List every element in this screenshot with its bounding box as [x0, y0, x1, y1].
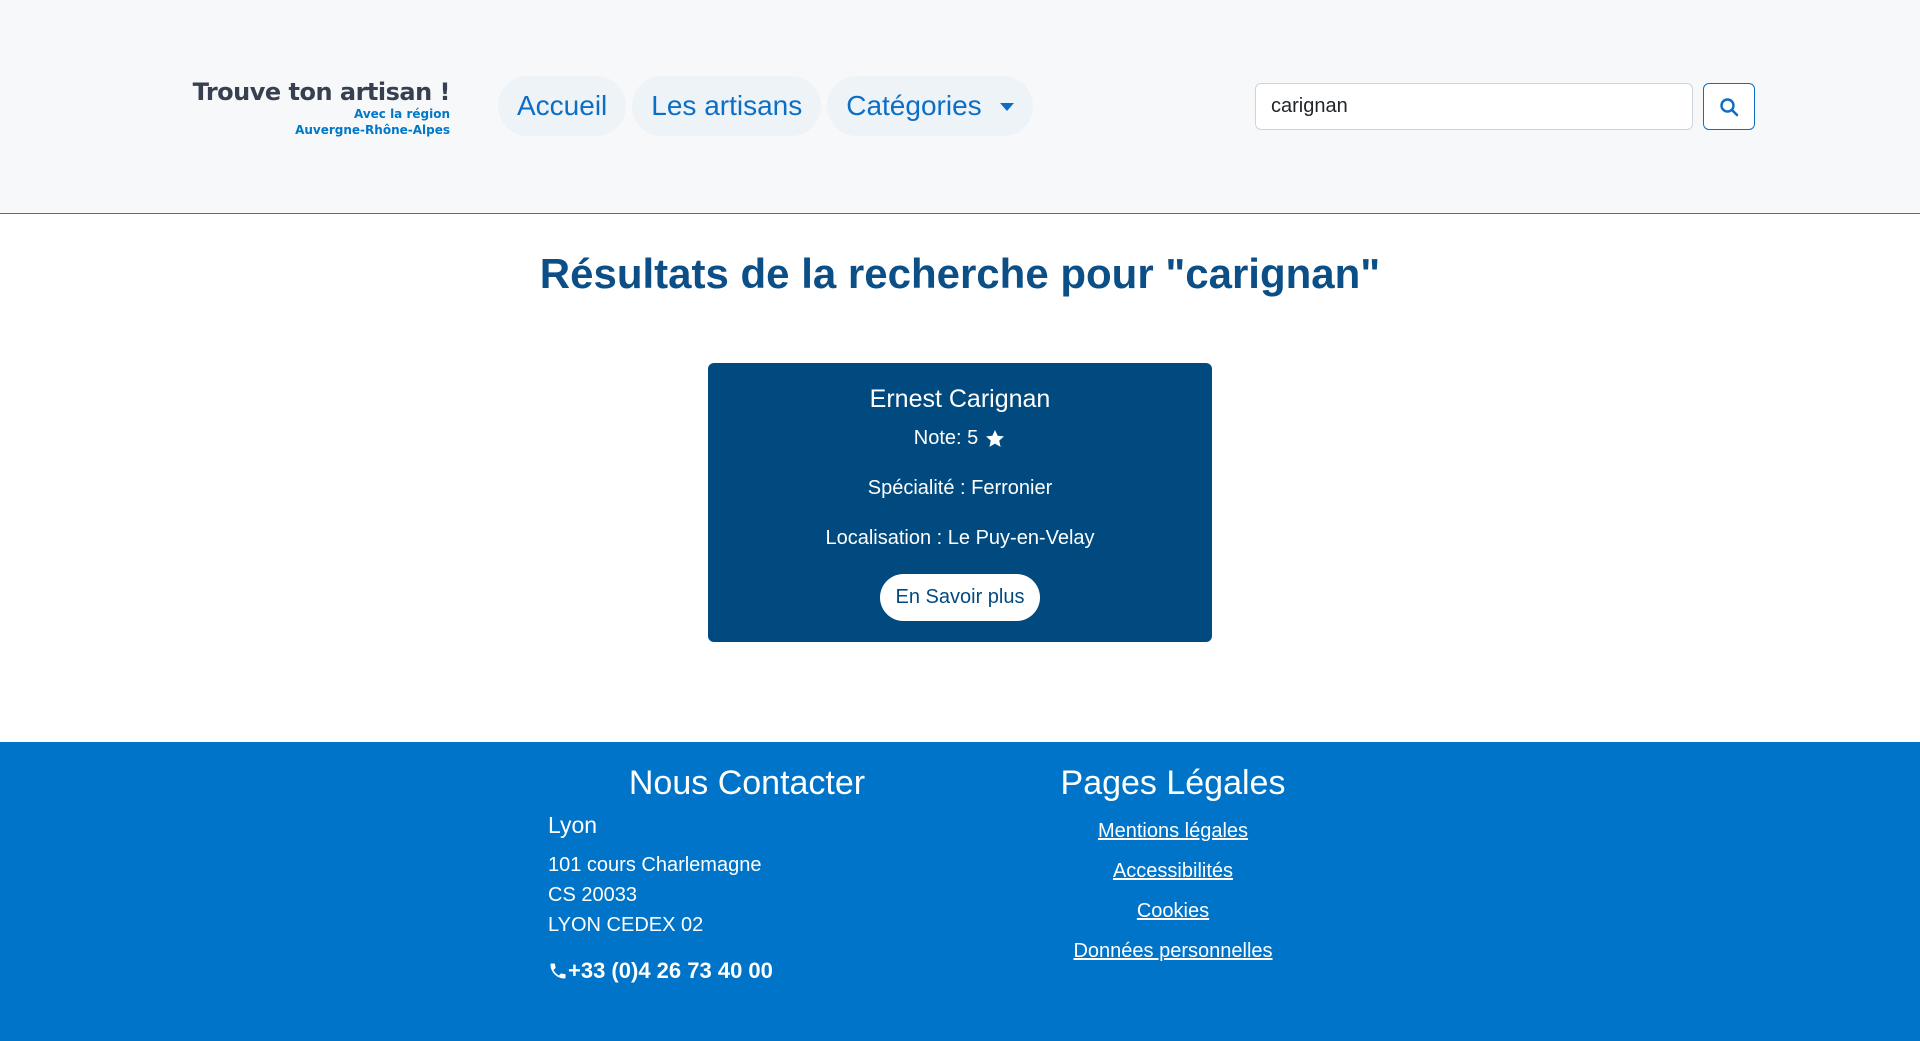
site-logo[interactable]: Trouve ton artisan ! Avec la région Auve…: [192, 78, 451, 138]
artisan-specialty: Spécialité : Ferronier: [867, 477, 1053, 499]
link-donnees-personnelles[interactable]: Données personnelles: [1000, 940, 1346, 963]
nav-categories-dropdown[interactable]: Catégories: [827, 76, 1033, 136]
phone-number: +33 (0)4 26 73 40 00: [568, 958, 773, 983]
link-mentions-legales[interactable]: Mentions légales: [1000, 820, 1346, 843]
contact-phone[interactable]: +33 (0)4 26 73 40 00: [548, 958, 773, 984]
artisan-name: Ernest Carignan: [869, 385, 1051, 413]
artisan-card: Ernest Carignan Note: 5 Spécialité : Fer…: [708, 363, 1212, 642]
legal-heading: Pages Légales: [1060, 764, 1286, 802]
learn-more-button[interactable]: En Savoir plus: [880, 574, 1040, 621]
contact-city: Lyon: [548, 812, 598, 838]
nav-home-label: Accueil: [517, 90, 608, 121]
star-icon: [986, 429, 1005, 447]
artisan-rating: Note: 5: [708, 427, 1212, 450]
artisan-location: Localisation : Le Puy-en-Velay: [825, 527, 1095, 549]
logo-title: Trouve ton artisan !: [192, 78, 451, 106]
link-accessibilites[interactable]: Accessibilités: [1000, 860, 1346, 883]
search-input[interactable]: [1255, 83, 1693, 130]
contact-heading: Nous Contacter: [628, 764, 866, 802]
page-title: Résultats de la recherche pour "carignan…: [539, 250, 1381, 297]
phone-icon: [550, 963, 566, 979]
logo-subtitle-2: Auvergne-Rhône-Alpes: [295, 123, 450, 137]
nav-categories-label: Catégories: [846, 90, 982, 121]
rating-text: Note: 5: [913, 427, 979, 449]
nav-artisans[interactable]: Les artisans: [632, 76, 822, 136]
address-line-1: 101 cours Charlemagne: [548, 854, 762, 876]
link-cookies[interactable]: Cookies: [1000, 900, 1346, 923]
main-nav: Accueil Les artisans Catégories: [498, 76, 1033, 136]
caret-down-icon: [999, 103, 1014, 111]
logo-subtitle-1: Avec la région: [353, 107, 450, 121]
search-button[interactable]: [1703, 83, 1755, 130]
magnifier-icon: [1720, 97, 1739, 116]
address-line-3: LYON CEDEX 02: [548, 914, 704, 936]
nav-home[interactable]: Accueil: [498, 76, 627, 136]
nav-artisans-label: Les artisans: [651, 90, 803, 121]
address-line-2: CS 20033: [548, 884, 637, 906]
site-header: Trouve ton artisan ! Avec la région Auve…: [0, 0, 1920, 214]
site-footer: Nous Contacter Lyon 101 cours Charlemagn…: [0, 742, 1920, 1041]
